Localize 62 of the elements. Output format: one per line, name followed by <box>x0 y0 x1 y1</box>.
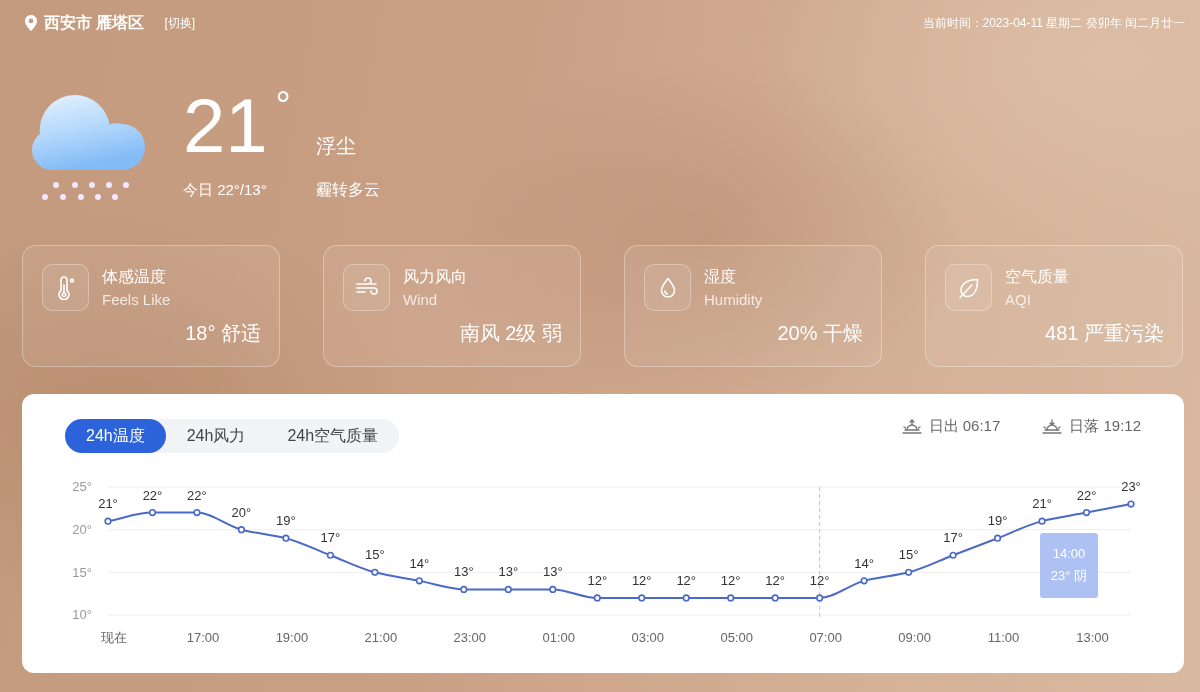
data-label: 14° <box>854 555 874 571</box>
data-label: 23° <box>1121 479 1141 495</box>
axis-label: 19:00 <box>275 630 309 646</box>
data-label: 15° <box>365 547 385 563</box>
sun-time: 日落 19:12 <box>1069 417 1141 435</box>
card-value: 20% 干燥 <box>777 321 863 346</box>
card-title: 体感温度 <box>102 267 166 287</box>
current-time: 当前时间：2023-04-11 星期二 癸卯年 闰二月廿一 <box>922 14 1185 32</box>
today-temperature-range: 今日 22°/13° <box>183 180 268 200</box>
weather-condition: 浮尘 <box>316 134 357 159</box>
card-value: 481 严重污染 <box>1045 321 1164 346</box>
axis-label: 20° <box>72 522 92 538</box>
data-label: 12° <box>765 572 785 588</box>
card-subtitle: Humidity <box>704 290 763 310</box>
data-label: 17° <box>943 530 963 546</box>
data-label: 13° <box>498 564 519 580</box>
axis-label: 21:00 <box>364 630 398 646</box>
data-label: 12° <box>676 572 697 588</box>
axis-label: 11:00 <box>987 630 1020 646</box>
data-label: 14° <box>409 555 430 571</box>
degree-unit: ° <box>275 86 291 124</box>
card-title: 风力风向 <box>403 267 467 287</box>
data-label: 12° <box>809 572 830 588</box>
card-value: 18° 舒适 <box>185 321 261 346</box>
axis-label: 01:00 <box>542 630 576 646</box>
data-label: 12° <box>720 572 741 588</box>
sun-time: 日出 06:17 <box>928 417 1001 435</box>
card-subtitle: Wind <box>403 290 438 310</box>
card-subtitle: AQI <box>1005 290 1031 310</box>
data-label: 12° <box>631 572 652 588</box>
data-label: 13° <box>454 564 474 580</box>
data-label: 22° <box>187 487 207 503</box>
axis-label: 17:00 <box>186 630 220 646</box>
card-value: 南风 2级 弱 <box>459 321 562 346</box>
card-title: 湿度 <box>704 267 736 287</box>
current-temperature: 21 <box>183 86 268 166</box>
card-title: 空气质量 <box>1005 267 1069 287</box>
data-label: 19° <box>276 513 296 529</box>
data-label: 13° <box>542 564 563 580</box>
data-label: 20° <box>231 504 252 520</box>
axis-label: 05:00 <box>720 630 753 646</box>
location-name: 西安市 雁塔区 <box>44 12 145 33</box>
axis-label: 23:00 <box>453 630 487 646</box>
data-label: 19° <box>987 513 1008 529</box>
axis-label: 13:00 <box>1076 630 1109 646</box>
axis-label: 15° <box>72 564 92 580</box>
chart-tooltip: 14:00 23° 阴 <box>1040 533 1098 598</box>
data-label: 21° <box>98 496 118 512</box>
data-label: 22° <box>142 487 163 503</box>
data-label: 12° <box>587 572 608 588</box>
axis-label: 10° <box>72 607 92 623</box>
data-label: 21° <box>1032 496 1052 512</box>
axis-label: 25° <box>72 479 92 495</box>
weather-forecast: 霾转多云 <box>316 180 380 200</box>
card-subtitle: Feels Like <box>102 290 171 310</box>
data-label: 17° <box>320 530 341 546</box>
data-label: 22° <box>1076 487 1097 503</box>
data-label: 15° <box>898 547 919 563</box>
axis-label: 09:00 <box>898 630 931 646</box>
axis-label: 现在 <box>101 630 127 646</box>
axis-label: 07:00 <box>809 630 842 646</box>
axis-label: 03:00 <box>631 630 664 646</box>
